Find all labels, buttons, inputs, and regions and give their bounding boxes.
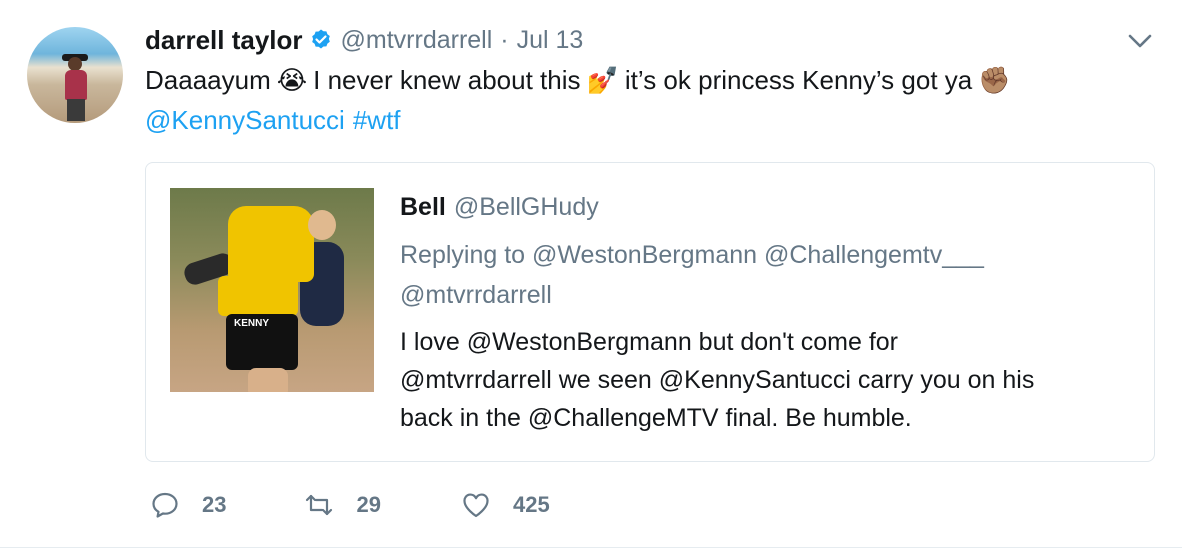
tweet-text-part2: I never knew about this [313, 65, 581, 95]
reply-count: 23 [202, 492, 227, 517]
verified-badge-icon [311, 29, 330, 49]
tweet-header: darrell taylor @mtvrrdarrell · Jul 13 [145, 24, 583, 56]
quoted-author-handle[interactable]: @BellGHudy [454, 193, 599, 222]
quoted-tweet-text: I love @WestonBergmann but don't come fo… [400, 323, 1140, 437]
author-handle[interactable]: @mtvrrdarrell [341, 26, 493, 55]
quoted-tweet-header: Bell @BellGHudy [400, 193, 599, 222]
reply-icon [152, 492, 178, 518]
photo-shirt-top [228, 206, 314, 282]
photo-shorts-label: KENNY [234, 318, 270, 329]
author-name[interactable]: darrell taylor [145, 25, 303, 56]
quoted-text-line3: back in the @ChallengeMTV final. Be humb… [400, 404, 912, 432]
avatar-legs [67, 99, 85, 121]
nail-polish-icon: 💅 [586, 65, 619, 95]
crying-face-icon: 😭 [276, 65, 308, 95]
avatar-body [65, 70, 87, 100]
retweet-icon [306, 494, 333, 516]
tweet-text-part3: it’s ok princess Kenny’s got ya [624, 65, 973, 95]
tweet-date[interactable]: Jul 13 [517, 26, 584, 55]
retweet-button[interactable]: 29 [304, 490, 381, 520]
tweet-text: Daaaayum 😭 I never knew about this 💅 it’… [145, 60, 1145, 140]
tweet-actions: 23 29 425 [150, 490, 550, 520]
header-separator: · [500, 25, 509, 54]
quoted-tweet-photo[interactable]: KENNY [170, 188, 374, 392]
replying-to-line1: Replying to @WestonBergmann @Challengemt… [400, 241, 984, 269]
replying-to-line2: @mtvrrdarrell [400, 281, 552, 309]
photo-shirt [218, 276, 298, 316]
like-icon [463, 493, 489, 518]
raised-fist-icon: ✊🏽 [978, 65, 1011, 95]
quoted-author-name[interactable]: Bell [400, 193, 446, 222]
hashtag-link[interactable]: #wtf [353, 100, 401, 140]
retweet-count: 29 [356, 492, 381, 517]
quoted-text-line1: I love @WestonBergmann but don't come fo… [400, 328, 898, 356]
tweet-card[interactable]: darrell taylor @mtvrrdarrell · Jul 13 Da… [0, 0, 1182, 548]
photo-head [308, 210, 336, 240]
author-avatar[interactable] [27, 27, 123, 123]
photo-lower-legs [248, 368, 288, 392]
replying-to: Replying to @WestonBergmann @Challengemt… [400, 235, 1120, 315]
quoted-text-line2: @mtvrrdarrell we seen @KennySantucci car… [400, 366, 1035, 394]
tweet-text-part1: Daaaayum [145, 65, 271, 95]
reply-button[interactable]: 23 [150, 490, 226, 520]
avatar-head [68, 57, 82, 71]
like-count: 425 [512, 492, 550, 517]
chevron-down-icon[interactable] [1126, 30, 1154, 52]
quoted-tweet[interactable]: KENNY Bell @BellGHudy Replying to @Westo… [145, 162, 1155, 462]
like-button[interactable]: 425 [461, 490, 550, 520]
mention-link[interactable]: @KennySantucci [145, 100, 345, 140]
